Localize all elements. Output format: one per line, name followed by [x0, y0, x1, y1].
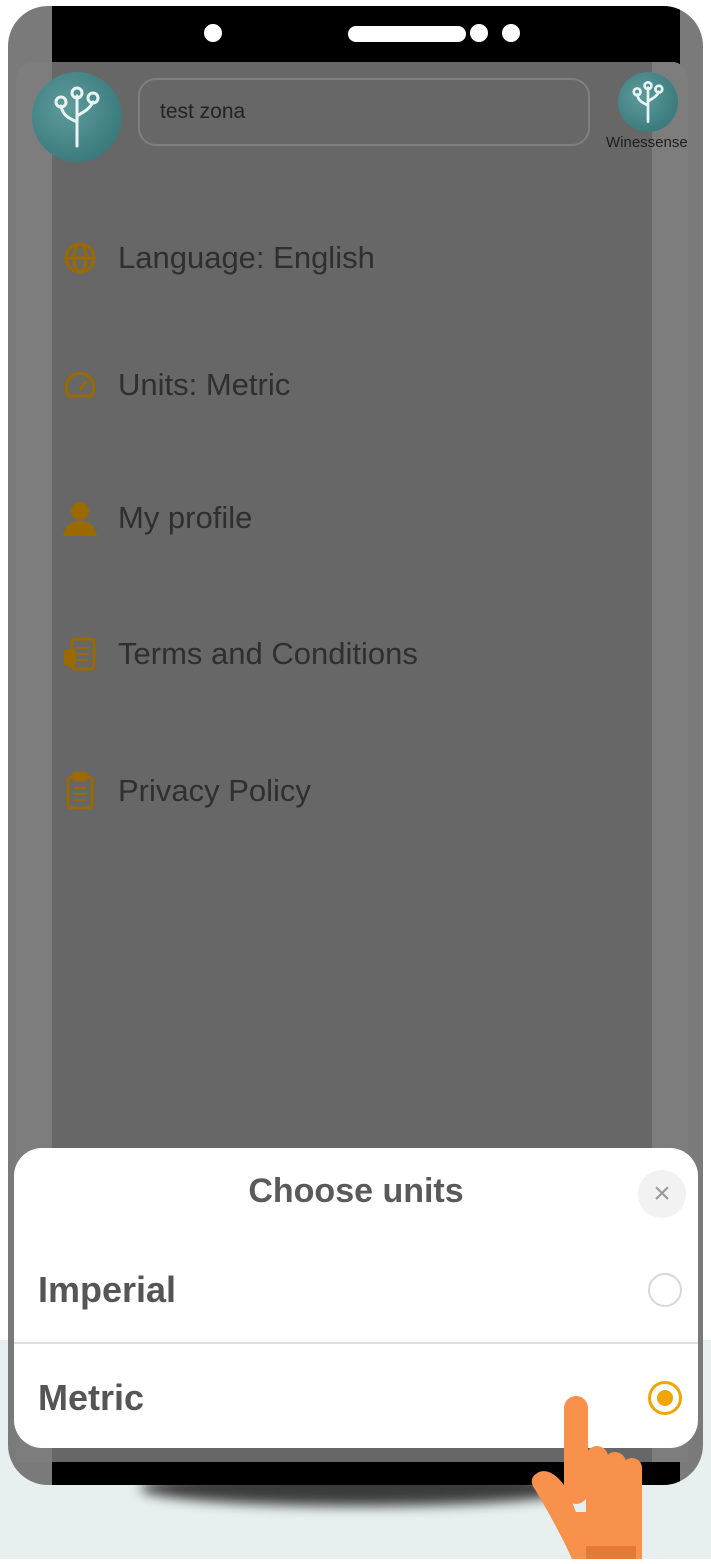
sensor-dot — [502, 24, 520, 42]
menu-item-profile[interactable]: My profile — [60, 498, 252, 538]
sheet-title: Choose units — [248, 1172, 464, 1210]
close-button[interactable]: × — [638, 1170, 686, 1218]
menu-item-privacy[interactable]: Privacy Policy — [60, 771, 311, 811]
pointing-hand-icon — [530, 1396, 650, 1564]
menu-item-label: Language: English — [118, 240, 375, 275]
radio-metric[interactable] — [648, 1381, 682, 1415]
search-input[interactable]: test zona — [138, 78, 590, 146]
radio-imperial[interactable] — [648, 1273, 682, 1307]
brand-name: Winessense — [606, 134, 688, 151]
option-label: Imperial — [38, 1269, 177, 1310]
gauge-icon — [60, 365, 100, 405]
menu-item-terms[interactable]: Terms and Conditions — [60, 634, 418, 674]
app-logo[interactable] — [32, 72, 122, 162]
brand-logo[interactable] — [618, 72, 678, 132]
close-icon: × — [653, 1177, 671, 1210]
menu-item-language[interactable]: Language: English — [60, 238, 375, 278]
tree-logo-icon — [54, 86, 100, 148]
option-divider — [14, 1342, 698, 1344]
menu-item-label: My profile — [118, 500, 253, 535]
menu-item-label: Terms and Conditions — [118, 636, 418, 671]
menu-item-label: Privacy Policy — [118, 773, 311, 808]
search-input-value: test zona — [160, 100, 246, 123]
menu-item-label: Units: Metric — [118, 367, 291, 402]
tree-logo-icon — [632, 81, 664, 123]
sensor-dot — [470, 24, 488, 42]
person-icon — [60, 498, 100, 538]
option-imperial[interactable]: Imperial — [14, 1238, 698, 1342]
camera-dot — [204, 24, 222, 42]
status-notch — [52, 6, 680, 62]
globe-icon — [60, 238, 100, 278]
menu-item-units[interactable]: Units: Metric — [60, 365, 290, 405]
speaker-grille — [348, 26, 466, 42]
clipboard-icon — [60, 771, 100, 811]
document-icon — [60, 634, 100, 674]
